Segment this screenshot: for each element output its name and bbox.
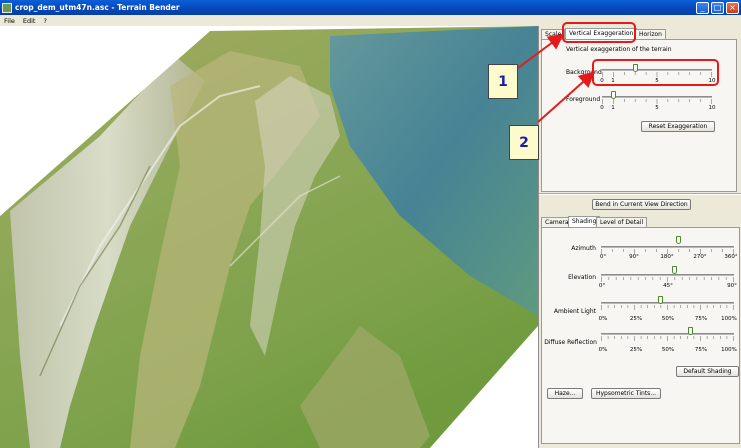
callout-2: 2 <box>509 125 539 160</box>
annotation-arrows <box>517 33 595 123</box>
callout-1: 1 <box>488 64 518 99</box>
